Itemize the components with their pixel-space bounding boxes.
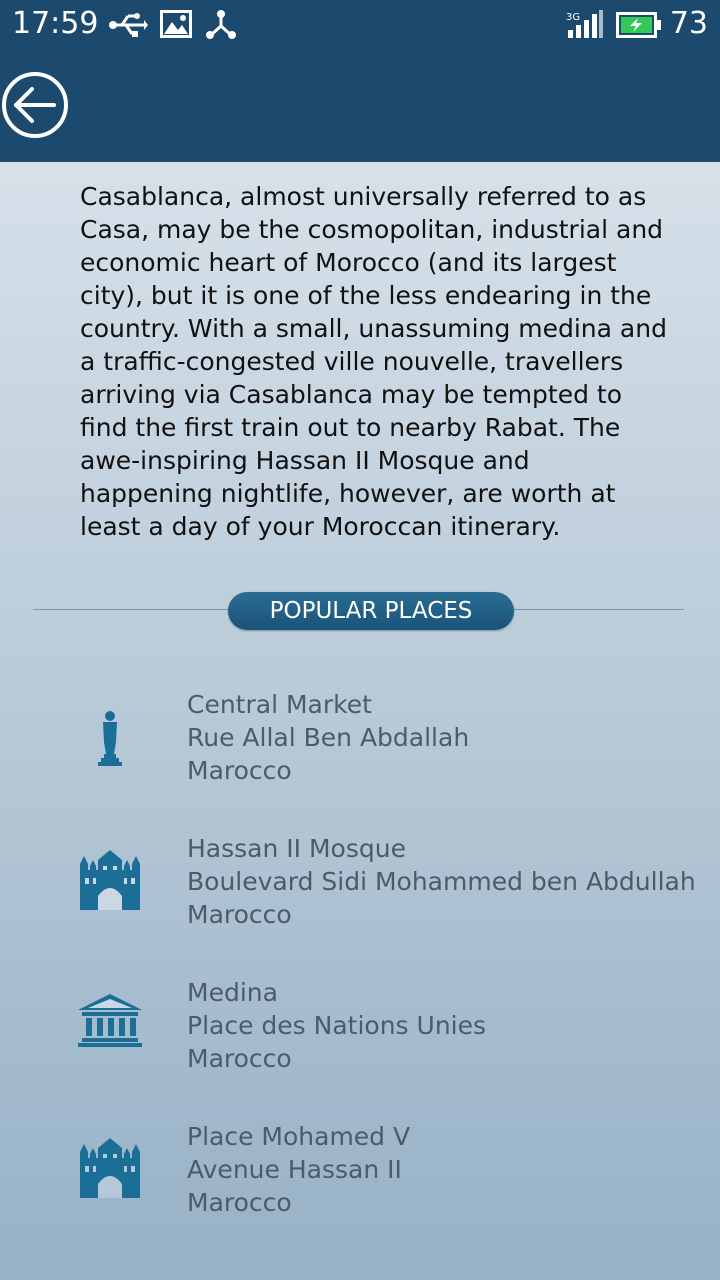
place-country: Marocco [187, 1188, 292, 1217]
battery-level: 73 [669, 6, 708, 41]
signal-3g-icon: 3G [566, 10, 603, 38]
section-title-popular-places: POPULAR PLACES [228, 592, 514, 630]
place-country: Marocco [187, 1044, 292, 1073]
place-text: Place Mohamed V Avenue Hassan II Marocco [187, 1120, 410, 1219]
place-address: Place des Nations Unies [187, 1011, 487, 1040]
divider [510, 609, 684, 610]
place-country: Marocco [187, 900, 292, 929]
share-icon [206, 10, 236, 39]
screen: 17:59 3G 73 Casablanca, almost universal… [0, 0, 720, 1280]
mosque-icon [80, 1138, 140, 1198]
status-bar: 17:59 3G 73 [0, 0, 720, 50]
place-item[interactable]: Central Market Rue Allal Ben Abdallah Ma… [0, 688, 720, 798]
svg-text:3G: 3G [566, 12, 580, 23]
image-icon [160, 10, 192, 38]
back-button[interactable] [0, 70, 70, 140]
museum-icon [78, 994, 142, 1047]
place-item[interactable]: Place Mohamed V Avenue Hassan II Marocco [0, 1120, 720, 1230]
statue-icon [98, 711, 122, 766]
app-bar [0, 50, 720, 162]
place-name: Place Mohamed V [187, 1122, 411, 1151]
mosque-icon [80, 850, 140, 910]
place-item[interactable]: Hassan II Mosque Boulevard Sidi Mohammed… [0, 832, 720, 942]
usb-icon [109, 13, 148, 37]
place-text: Medina Place des Nations Unies Marocco [187, 976, 486, 1075]
place-text: Hassan II Mosque Boulevard Sidi Mohammed… [187, 832, 696, 931]
city-description: Casablanca, almost universally referred … [80, 182, 667, 541]
battery-charging-icon [616, 12, 661, 38]
place-name: Central Market [187, 690, 372, 719]
place-item[interactable]: Medina Place des Nations Unies Marocco [0, 976, 720, 1086]
status-time: 17:59 [12, 6, 99, 41]
place-address: Avenue Hassan II [187, 1155, 402, 1184]
place-address: Rue Allal Ben Abdallah [187, 723, 470, 752]
place-name: Hassan II Mosque [187, 834, 406, 863]
place-text: Central Market Rue Allal Ben Abdallah Ma… [187, 688, 469, 787]
place-address: Boulevard Sidi Mohammed ben Abdullah [187, 867, 696, 896]
place-country: Marocco [187, 756, 292, 785]
divider [33, 609, 233, 610]
place-name: Medina [187, 978, 278, 1007]
